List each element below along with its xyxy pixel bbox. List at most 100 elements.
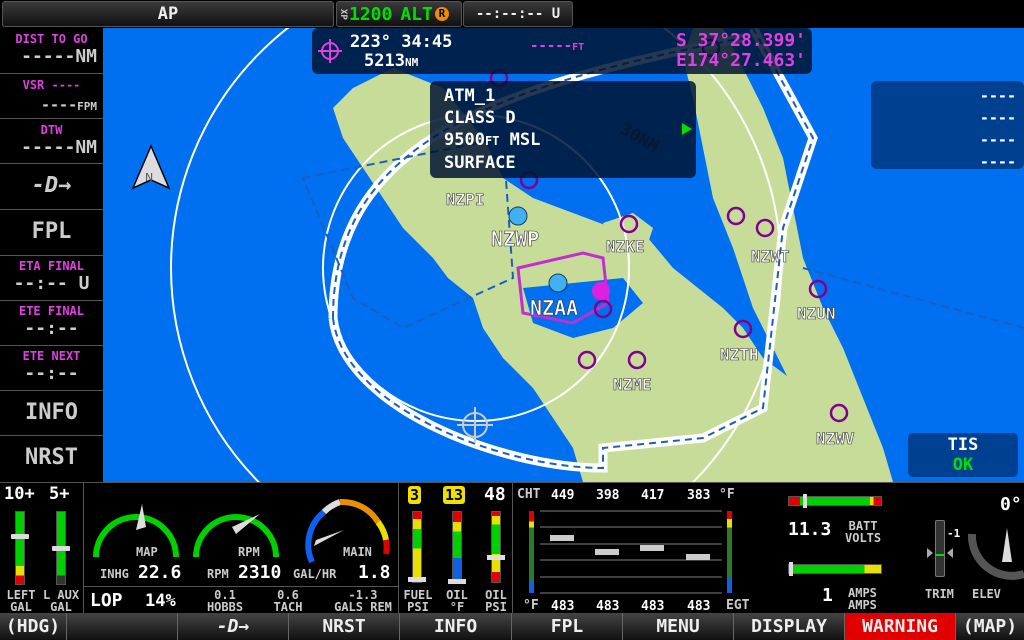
batt-volts-bar [788,494,882,508]
softkey-info-label: INFO [433,616,478,637]
trim-takeoff-marker-right [947,548,953,558]
softkey-hdg[interactable]: (HDG) [0,613,67,640]
ete-next-field[interactable]: ETE NEXT --:-- [0,346,103,391]
fuel-psi-value: 3 [408,486,422,504]
oil-psi-bar [487,511,505,583]
clock-display[interactable]: --:--:-- U [463,1,573,27]
vsr-field[interactable]: VSR ---- ----FPM [0,74,103,119]
softkey-map[interactable]: (MAP) [956,613,1024,640]
dist-to-go-field[interactable]: DIST TO GO -----NM [0,28,103,74]
trim-label: TRIM [925,587,954,601]
amps-unit: AMPS [848,598,877,612]
datablock-field-1: ---- [979,87,1016,105]
vsr-unit: FPM [77,100,97,113]
ete-next-value: --:-- [24,363,79,384]
batt-volts-value: 11.3 [788,519,832,540]
cursor-bearing: 223° [350,32,391,52]
fuel-psi-pointer [408,577,426,582]
softkey-nrst[interactable]: NRST [289,613,400,640]
map-datablock[interactable]: ---- ---- ---- ---- [871,81,1024,171]
trim-indicator [935,520,945,577]
ete-next-label: ETE NEXT [22,349,81,363]
tis-label: TIS [947,435,979,455]
map-unit: INHG [100,567,129,581]
softkey-display-label: DISPLAY [751,616,827,637]
north-arrow-icon: N [131,144,171,190]
cylinder-2-bar [595,549,619,555]
elev-value: 0° [1000,494,1022,515]
eta-final-field[interactable]: ETA FINAL --:-- U [0,256,103,301]
amps-pointer [789,562,793,576]
cylinder-1-bar [550,535,574,541]
map-value: 22.6 [138,562,182,583]
svg-text:N: N [145,171,153,184]
moving-map[interactable]: NZPI NZWP NZKE NZAA NZWT NZUN NZTH NZME … [103,28,1024,482]
softkey-fpl[interactable]: FPL [512,613,623,640]
nrst-button[interactable]: NRST [0,436,103,482]
softkey-direct-to[interactable]: -D→ [178,613,289,640]
dist-to-go-unit: NM [75,46,97,67]
fpl-button[interactable]: FPL [0,210,103,256]
softkey-info[interactable]: INFO [400,613,512,640]
fuel-left-value: 10+ [4,484,35,504]
softkey-warning[interactable]: WARNING [845,613,956,640]
transponder-button[interactable]: XP 1200 ALT R [336,1,462,27]
fuel-aux-value: 5+ [49,484,70,504]
softkey-blank[interactable] [67,613,178,640]
oil-psi-pointer [487,555,505,560]
softkey-nrst-label: NRST [322,616,366,637]
info-label: INFO [25,400,78,425]
tach-label: TACH [273,600,303,614]
airspace-ceiling-ref: MSL [509,130,541,150]
eta-final-value: --:-- U [13,273,90,294]
dtw-field[interactable]: DTW -----NM [0,119,103,164]
softkey-display[interactable]: DISPLAY [734,613,845,640]
engine-indication-strip: 10+ 5+ LEFT GAL L AUX GAL MAP RPM MAIN INH… [0,482,1024,614]
softkey-fpl-label: FPL [550,616,584,637]
airspace-name: ATM_1 [444,86,496,106]
airport-towered-icon [508,206,528,226]
info-button[interactable]: INFO [0,391,103,436]
xpdr-reply-icon: R [434,7,449,21]
popup-next-arrow-icon[interactable] [682,123,692,135]
cht-cyl-2: 398 [596,488,620,503]
cylinder-4-bar [686,554,710,560]
hobbs-label: HOBBS [206,600,244,614]
airport-label-nzwt: NZWT [751,247,790,266]
elev-label: ELEV [972,587,1001,601]
rpm-label: RPM [238,545,260,559]
rpm-value: 2310 [238,562,282,583]
airport-label-nzke: NZKE [606,237,645,256]
airspace-boundary [802,267,1024,329]
egt-cyl-3: 483 [641,599,665,614]
xpdr-mode: ALT [400,3,433,25]
dtw-value: ----- [21,137,76,158]
autopilot-button[interactable]: AP [2,1,334,27]
trim-takeoff-marker-left [927,548,933,558]
airport-label-nzpi: NZPI [446,190,485,209]
ete-final-value: --:-- [24,318,79,339]
cursor-info-bar: 223° 34:45 5213NM -----FT S 37°28.399' E… [312,28,812,74]
cursor-altitude-unit: FT [572,42,585,53]
cht-unit: °F [719,487,735,502]
amps-bar [788,562,882,576]
oil-psi-value: 48 [484,484,506,505]
softkey-menu[interactable]: MENU [623,613,734,640]
eta-final-label: ETA FINAL [18,259,85,273]
lop-label: LOP [90,590,123,611]
waypoint-active-icon [592,282,610,300]
fpl-label: FPL [31,219,72,244]
direct-to-button[interactable]: -D→ [0,164,103,210]
egt-cyl-1: 483 [551,599,575,614]
egt-label: EGT [726,598,750,613]
cht-cyl-3: 417 [641,488,665,503]
gals-rem-label: GALS REM [334,600,392,614]
airport-towered-icon [548,273,568,293]
lop-value: 14% [145,591,176,611]
datablock-field-2: ---- [979,109,1016,127]
rpm-unit: RPM [207,567,229,581]
tis-status: OK [952,455,974,475]
fuel-left-unit: GAL [10,600,32,614]
ete-final-field[interactable]: ETE FINAL --:-- [0,301,103,346]
softkey-bar: (HDG) -D→ NRST INFO FPL MENU DISPLAY WAR… [0,613,1024,640]
